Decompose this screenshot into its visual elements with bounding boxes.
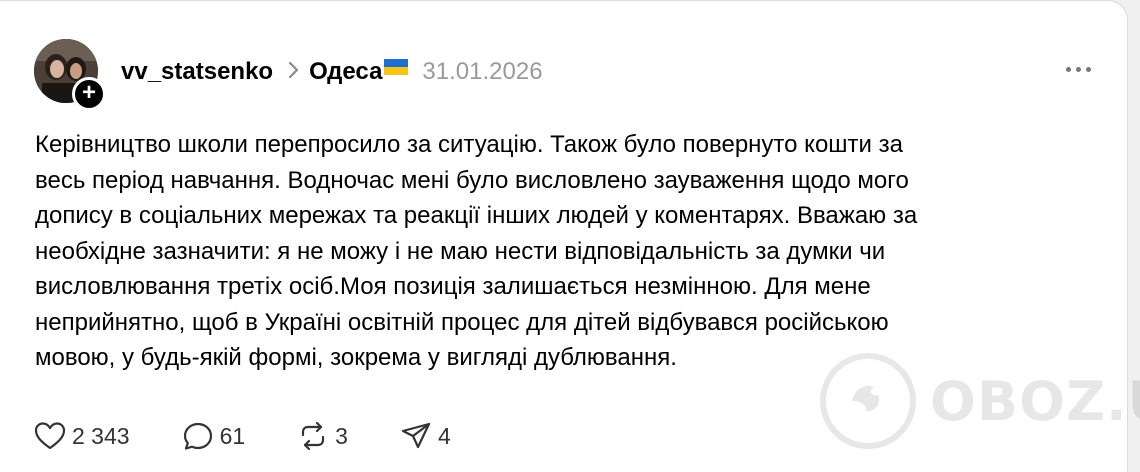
repost-button[interactable]: 3	[297, 421, 348, 451]
post-card: + vv_statsenko Одеса 31.01.2026 Керівниц…	[0, 0, 1140, 472]
share-button[interactable]: 4	[400, 421, 451, 451]
like-count: 2 343	[72, 422, 130, 449]
share-count: 4	[437, 422, 451, 449]
plus-icon[interactable]: +	[72, 77, 106, 111]
post-text-line: Керівництво школи перепросило за ситуаці…	[35, 131, 903, 158]
location-tag[interactable]: Одеса	[309, 58, 382, 86]
post-header: vv_statsenko Одеса 31.01.2026	[121, 55, 543, 89]
repost-count: 3	[335, 422, 348, 449]
comment-button[interactable]: 61	[182, 421, 246, 451]
like-button[interactable]: 2 343	[34, 421, 130, 451]
post-text: Керівництво школи перепросило за ситуаці…	[35, 127, 1065, 376]
watermark-text: OBOZ.UA	[930, 369, 1140, 433]
watermark-logo-icon	[820, 353, 916, 449]
username[interactable]: vv_statsenko	[121, 58, 273, 86]
post-date: 31.01.2026	[422, 58, 543, 85]
repost-icon	[297, 421, 329, 451]
post-text-line: неприйнятно, щоб в Україні освітній проц…	[35, 308, 889, 336]
comment-count: 61	[219, 422, 246, 449]
chevron-right-icon	[287, 60, 301, 85]
ukraine-flag-icon	[384, 59, 409, 75]
post-text-line: висловлювання третіх осіб.Моя позиція за…	[35, 273, 871, 300]
post-text-line: весь період навчання. Водночас мені було…	[35, 166, 909, 194]
post-text-line: необхідне зазначити: я не можу і не маю …	[35, 237, 886, 265]
comment-bubble-icon	[182, 421, 214, 451]
send-icon	[400, 421, 432, 451]
post-text-line: допису в соціальних мережах та реакції і…	[35, 202, 918, 229]
heart-icon	[34, 421, 66, 451]
more-horizontal-icon[interactable]	[1066, 67, 1091, 72]
watermark: OBOZ.UA	[820, 353, 1140, 449]
action-bar: 2 343 61 3 4	[34, 419, 503, 453]
